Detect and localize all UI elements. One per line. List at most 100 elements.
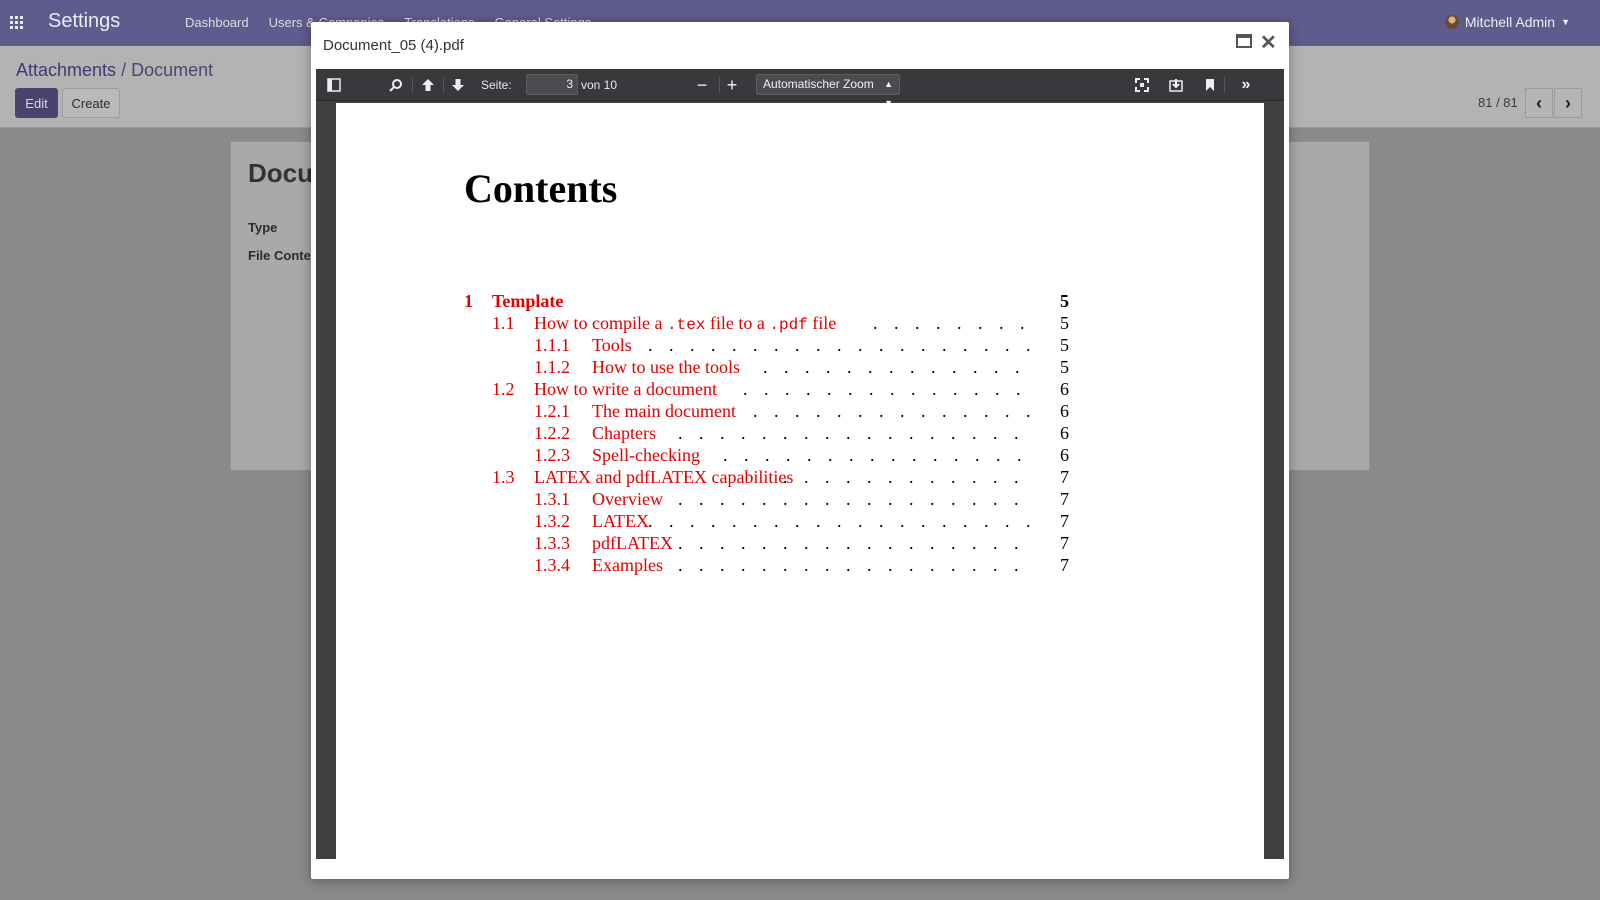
toc-entry-title: The main document	[592, 401, 740, 422]
toc-entry-number: 1	[464, 291, 473, 311]
toc-entry-title: Chapters	[592, 423, 660, 444]
toc-entry-number: 1.2.1	[534, 401, 570, 421]
toc-entry-number: 1.1	[492, 313, 515, 333]
toc-entry-title: How to use the tools	[592, 357, 744, 378]
caret-down-icon: ▼	[1561, 17, 1570, 27]
toolbar-divider	[412, 77, 413, 93]
toc-entry-page: 7	[1060, 533, 1069, 553]
toc-entry-page: 6	[1060, 401, 1069, 421]
toc-entry-title: pdfLATEX	[592, 533, 677, 554]
toc-entry-number: 1.3.1	[534, 489, 570, 509]
toc-entry[interactable]: 1.3 LATEX and pdfLATEX capabilities . . …	[464, 467, 1069, 489]
dialog-title: Document_05 (4).pdf	[323, 37, 464, 54]
close-icon[interactable]: ✕	[1260, 30, 1277, 55]
download-icon[interactable]	[1168, 77, 1184, 93]
page-total: von 10	[581, 78, 618, 92]
toc-leader-dots: . . . . . . . . . . . . . . . . . . . . …	[648, 335, 1033, 355]
toc-entry-title: LATEX	[592, 511, 653, 532]
toc-entry-title: Overview	[592, 489, 667, 510]
zoom-value: Automatischer Zoom	[763, 77, 874, 91]
toc-entry-number: 1.2.2	[534, 423, 570, 443]
toc-entry-number: 1.2.3	[534, 445, 570, 465]
toc-entry-page: 5	[1060, 357, 1069, 377]
toc-entry[interactable]: 1.3.4 Examples . . . . . . . . . . . . .…	[464, 555, 1069, 577]
toc-entry-title: LATEX and pdfLATEX capabilities	[534, 467, 798, 488]
bookmark-icon[interactable]	[1202, 77, 1218, 93]
toc-entry-page: 5	[1060, 291, 1069, 311]
toc-entry-number: 1.2	[492, 379, 515, 399]
maximize-icon[interactable]	[1236, 34, 1252, 48]
pdf-toolbar: Seite: 3 von 10 − + Automatischer Zoom ▲…	[316, 69, 1284, 108]
toc-entry-page: 7	[1060, 467, 1069, 487]
toc-entry-title: Examples	[592, 555, 667, 576]
pager-next-button[interactable]: ›	[1554, 88, 1582, 118]
toc-entry-page: 7	[1060, 511, 1069, 531]
toc-entry[interactable]: 1.2 How to write a document . . . . . . …	[464, 379, 1069, 401]
user-name: Mitchell Admin	[1464, 14, 1556, 30]
toc-entry-number: 1.1.1	[534, 335, 570, 355]
toc-entry[interactable]: 1.3.2 LATEX . . . . . . . . . . . . . . …	[464, 511, 1069, 533]
toc-entry-page: 7	[1060, 489, 1069, 509]
toc-entry-title: How to compile a .tex file to a .pdf fil…	[534, 313, 841, 334]
create-button[interactable]: Create	[62, 88, 120, 118]
toc-entry-number: 1.3.4	[534, 555, 570, 575]
toc-entry-title: How to write a document	[534, 379, 721, 400]
pager-value[interactable]: 81 / 81	[1478, 95, 1518, 110]
zoom-in-icon[interactable]: +	[724, 75, 740, 95]
previous-page-icon[interactable]	[420, 77, 436, 93]
breadcrumb-attachments[interactable]: Attachments	[16, 60, 116, 80]
file-content-label: File Conte	[248, 248, 311, 263]
menu-item-dashboard[interactable]: Dashboard	[185, 15, 249, 30]
toc-entry-page: 7	[1060, 555, 1069, 575]
toolbar-divider	[719, 77, 720, 93]
app-brand[interactable]: Settings	[48, 10, 120, 33]
toc-entry-title: Spell-checking	[592, 445, 704, 466]
toc-leader-dots: . . . . . . . . . . . . . . . . . . . . …	[678, 423, 1033, 443]
user-menu[interactable]: Mitchell Admin ▼	[1444, 14, 1570, 30]
toc-leader-dots: . . . . . . . . . . . . . . . . . . . . …	[723, 445, 1033, 465]
pager-previous-button[interactable]: ‹	[1525, 88, 1553, 118]
apps-menu-icon[interactable]	[10, 16, 23, 29]
toc-entry-page: 6	[1060, 379, 1069, 399]
toc-entry-page: 6	[1060, 423, 1069, 443]
pdf-preview-dialog: Document_05 (4).pdf ✕ Seite: 3 von 10 − …	[311, 22, 1289, 879]
toc-heading: Contents	[464, 166, 618, 211]
breadcrumb: Attachments / Document	[16, 60, 213, 81]
toolbar-divider	[443, 77, 444, 93]
toc-entry[interactable]: 1 Template 5	[464, 291, 1069, 313]
toc-entry[interactable]: 1.1.2 How to use the tools . . . . . . .…	[464, 357, 1069, 379]
pdf-page: Contents 1 Template 5 1.1 How to compile…	[336, 103, 1264, 859]
toc-entry[interactable]: 1.2.2 Chapters . . . . . . . . . . . . .…	[464, 423, 1069, 445]
toc-entry[interactable]: 1.2.3 Spell-checking . . . . . . . . . .…	[464, 445, 1069, 467]
toc-entry[interactable]: 1.3.1 Overview . . . . . . . . . . . . .…	[464, 489, 1069, 511]
toc-leader-dots: . . . . . . . . . . . . . . . . . . . . …	[763, 357, 1033, 377]
toc-entry-title: Template	[492, 291, 568, 312]
search-icon[interactable]	[388, 77, 404, 93]
toc-entry[interactable]: 1.3.3 pdfLATEX . . . . . . . . . . . . .…	[464, 533, 1069, 555]
toc-leader-dots: . . . . . . . . . . . . . . . . . . . . …	[753, 401, 1033, 421]
breadcrumb-current: Document	[131, 60, 214, 80]
toc-entry-number: 1.1.2	[534, 357, 570, 377]
zoom-out-icon[interactable]: −	[694, 75, 710, 95]
toc-entry-number: 1.3.2	[534, 511, 570, 531]
tools-menu-icon[interactable]: »	[1238, 76, 1254, 93]
toc-entry[interactable]: 1.2.1 The main document . . . . . . . . …	[464, 401, 1069, 423]
toc-entry-number: 1.3	[492, 467, 515, 487]
avatar	[1444, 15, 1459, 29]
edit-button[interactable]: Edit	[15, 88, 58, 118]
page-number-input[interactable]: 3	[526, 74, 578, 95]
toc-leader-dots: . . . . . . . . . . . . . . . . . . . . …	[783, 467, 1033, 487]
toc-entry[interactable]: 1.1.1 Tools . . . . . . . . . . . . . . …	[464, 335, 1069, 357]
toc-leader-dots: . . . . . . . . . . . . . . . . . . . . …	[743, 379, 1033, 399]
type-label: Type	[248, 220, 278, 235]
presentation-mode-icon[interactable]	[1134, 77, 1150, 93]
toc-entry[interactable]: 1.1 How to compile a .tex file to a .pdf…	[464, 313, 1069, 335]
next-page-icon[interactable]	[450, 77, 466, 93]
toc-entry-page: 5	[1060, 313, 1069, 333]
toc-entry-page: 6	[1060, 445, 1069, 465]
zoom-select[interactable]: Automatischer Zoom ▲▼	[756, 74, 900, 108]
sidebar-toggle-icon[interactable]	[326, 77, 342, 93]
toolbar-divider	[1224, 77, 1225, 93]
toc-leader-dots: . . . . . . . . . . . . . . . . . . . . …	[678, 555, 1033, 575]
page-label: Seite:	[481, 78, 512, 92]
